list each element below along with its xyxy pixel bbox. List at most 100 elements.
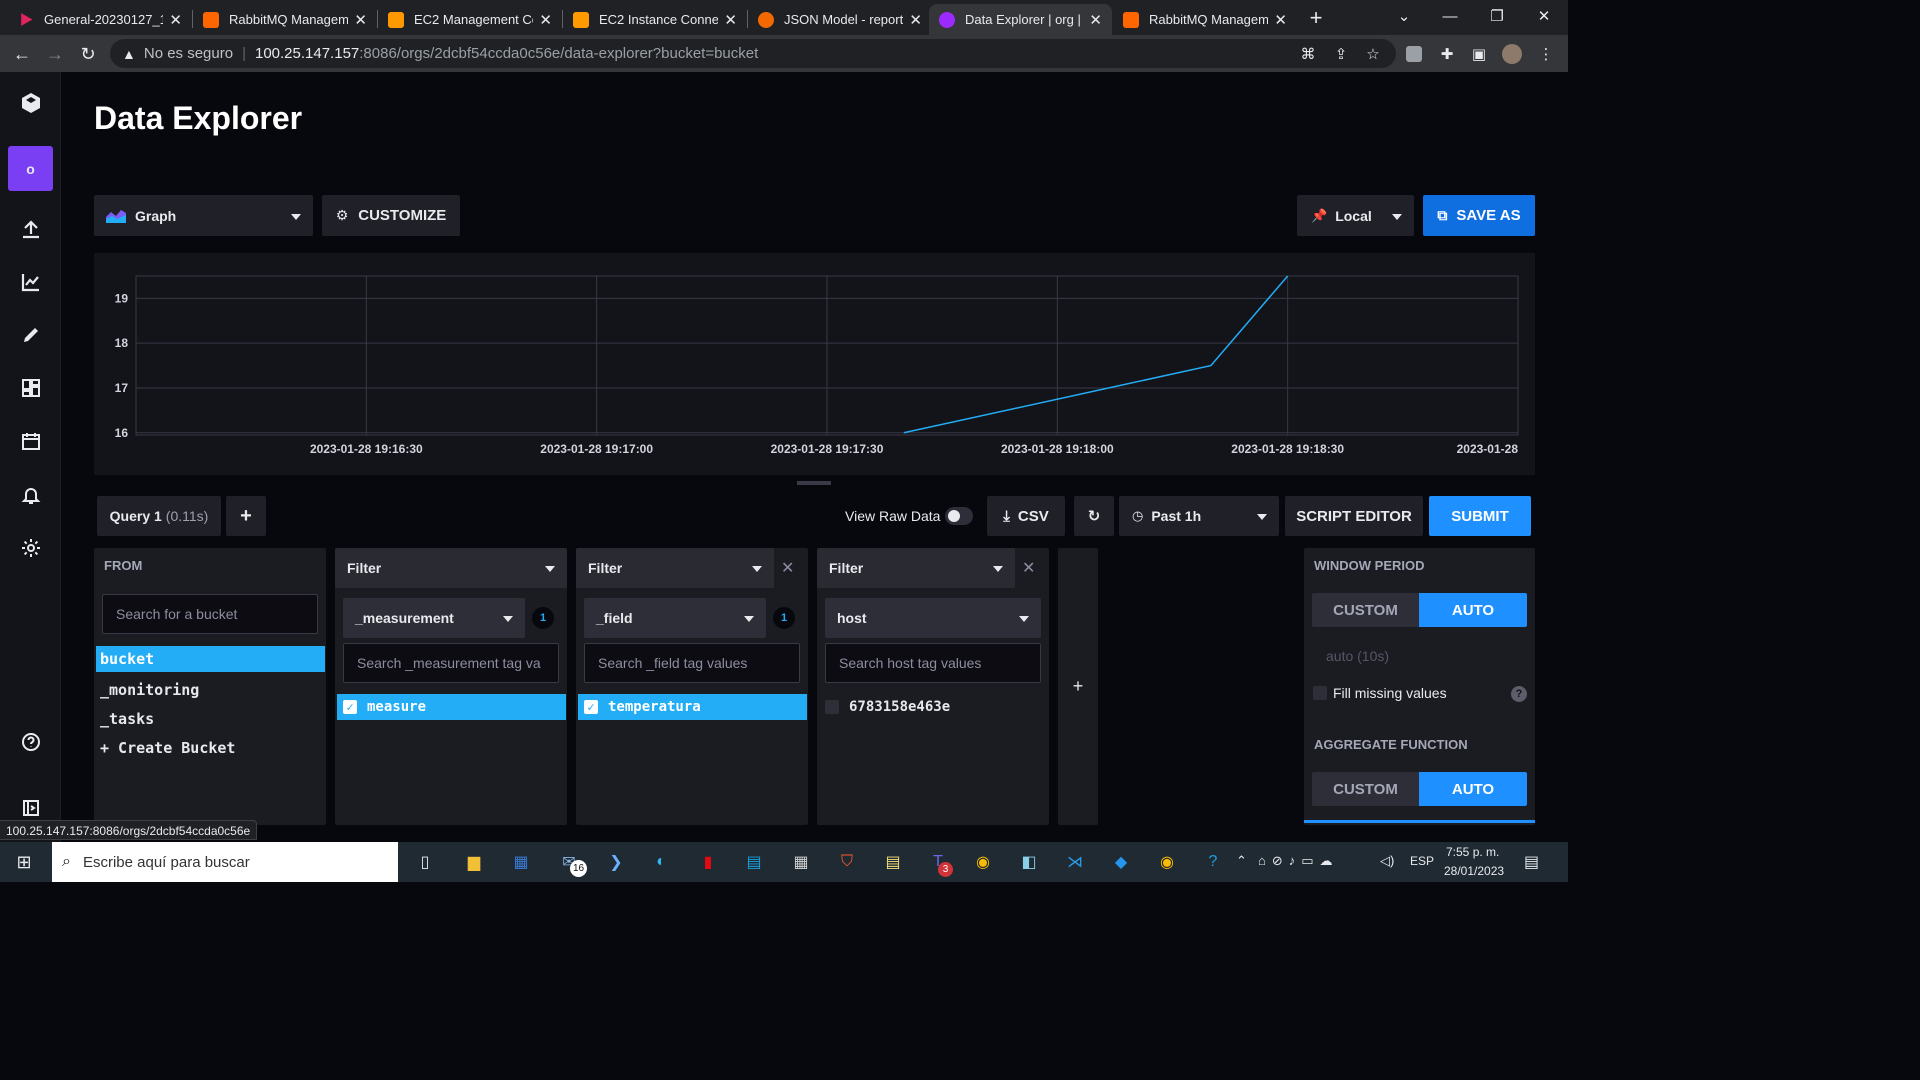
tab-close-icon[interactable]: ✕ <box>1089 11 1102 29</box>
browser-tab[interactable]: RabbitMQ Manageme ✕ <box>193 4 377 35</box>
add-query-button[interactable]: + <box>226 496 266 536</box>
security-label[interactable]: No es seguro <box>144 45 233 62</box>
window-custom-button[interactable]: CUSTOM <box>1312 593 1419 627</box>
filter-function-dropdown[interactable]: Filter <box>576 548 774 588</box>
browser-tab[interactable]: RabbitMQ Manageme ✕ <box>1113 4 1297 35</box>
view-raw-toggle[interactable] <box>945 507 973 525</box>
prime-video-icon[interactable]: ▤ <box>738 847 770 877</box>
tab-close-icon[interactable]: ✕ <box>169 11 182 29</box>
tag-search-input[interactable]: Search host tag values <box>825 643 1041 683</box>
time-range-dropdown[interactable]: ◷ Past 1h <box>1119 496 1279 536</box>
create-bucket-link[interactable]: + Create Bucket <box>100 739 235 757</box>
chrome-icon[interactable]: ◉ <box>967 847 999 877</box>
resize-handle[interactable] <box>797 481 831 485</box>
checkbox-unchecked-icon[interactable] <box>825 700 839 714</box>
tag-value-item[interactable]: 6783158e463e <box>819 694 1048 720</box>
forward-icon[interactable]: → <box>43 42 67 66</box>
chrome-icon[interactable]: ◉ <box>1151 847 1183 877</box>
help-icon[interactable]: ? <box>1511 686 1527 702</box>
checkbox-checked-icon[interactable]: ✓ <box>584 700 598 714</box>
side-panel-icon[interactable]: ▣ <box>1469 44 1489 64</box>
refresh-button[interactable]: ↻ <box>1074 496 1114 536</box>
profile-avatar[interactable] <box>1502 44 1522 64</box>
notifications-icon[interactable]: ▤ <box>1524 852 1539 872</box>
help-app-icon[interactable]: ? <box>1197 847 1229 877</box>
powershell-icon[interactable]: ❯ <box>600 847 632 877</box>
taskbar-search-box[interactable]: ⌕ Escribe aquí para buscar <box>52 842 398 882</box>
remove-filter-icon[interactable]: ✕ <box>1022 558 1035 578</box>
tray-chevron-icon[interactable]: ⌃ <box>1236 853 1247 869</box>
dashboard-icon[interactable] <box>8 365 53 410</box>
script-editor-button[interactable]: SCRIPT EDITOR <box>1285 496 1423 536</box>
tag-value-item-selected[interactable]: ✓ temperatura <box>578 694 807 720</box>
help-icon[interactable] <box>8 719 53 764</box>
browser-menu-icon[interactable]: ⋮ <box>1536 44 1556 64</box>
notepad-icon[interactable]: ▤ <box>877 847 909 877</box>
calculator-icon[interactable]: ▦ <box>785 847 817 877</box>
language-indicator[interactable]: ESP <box>1410 854 1434 868</box>
extensions-puzzle-icon[interactable]: ✚ <box>1437 44 1457 64</box>
restore-icon[interactable]: ❐ <box>1474 0 1520 32</box>
volume-icon[interactable]: ◁) <box>1380 853 1394 869</box>
extension-icon[interactable] <box>1404 44 1424 64</box>
save-as-button[interactable]: ⧉ SAVE AS <box>1423 195 1535 236</box>
bucket-search-input[interactable]: Search for a bucket <box>102 594 318 634</box>
brave-icon[interactable]: ⛉ <box>831 847 863 877</box>
close-window-icon[interactable]: ✕ <box>1521 0 1567 32</box>
back-icon[interactable]: ← <box>10 42 34 66</box>
clock-date[interactable]: 28/01/2023 <box>1444 864 1504 878</box>
browser-tab-active[interactable]: Data Explorer | org | In ✕ <box>929 4 1112 35</box>
tag-search-input[interactable]: Search _measurement tag va <box>343 643 559 683</box>
windows-start-icon[interactable]: ⊞ <box>8 847 40 877</box>
submit-button[interactable]: SUBMIT <box>1429 496 1531 536</box>
gear-icon[interactable] <box>8 525 53 570</box>
file-explorer-icon[interactable]: ▆ <box>458 847 490 877</box>
filter-function-dropdown[interactable]: Filter <box>817 548 1015 588</box>
filter-key-dropdown[interactable]: _field <box>584 598 766 638</box>
calendar-icon[interactable] <box>8 418 53 463</box>
bucket-item[interactable]: _monitoring <box>100 681 199 699</box>
warning-icon[interactable]: ▲ <box>122 46 136 62</box>
customize-button[interactable]: ⚙ CUSTOMIZE <box>322 195 460 236</box>
bucket-item-selected[interactable]: bucket <box>96 646 325 672</box>
graph-icon[interactable] <box>8 259 53 304</box>
tab-close-icon[interactable]: ✕ <box>354 11 367 29</box>
aggregate-auto-button[interactable]: AUTO <box>1419 772 1527 806</box>
store-icon[interactable]: ▦ <box>505 847 537 877</box>
clock-time[interactable]: 7:55 p. m. <box>1446 845 1499 859</box>
aggregate-custom-button[interactable]: CUSTOM <box>1312 772 1419 806</box>
tag-search-input[interactable]: Search _field tag values <box>584 643 800 683</box>
tab-search-icon[interactable]: ⌄ <box>1381 0 1427 32</box>
tab-close-icon[interactable]: ✕ <box>909 11 922 29</box>
tab-close-icon[interactable]: ✕ <box>724 11 737 29</box>
browser-tab[interactable]: EC2 Instance Connect ✕ <box>563 4 747 35</box>
reload-icon[interactable]: ↻ <box>76 42 100 66</box>
tray-icons[interactable]: ⌂⊘♪▭☁ <box>1258 853 1339 869</box>
query-tab[interactable]: Query 1 (0.11s) <box>97 496 221 536</box>
pencil-icon[interactable] <box>8 312 53 357</box>
upload-icon[interactable] <box>8 206 53 251</box>
tab-close-icon[interactable]: ✕ <box>1274 11 1287 29</box>
window-auto-button[interactable]: AUTO <box>1419 593 1527 627</box>
add-filter-button[interactable]: + <box>1058 548 1098 825</box>
checkbox-checked-icon[interactable]: ✓ <box>343 700 357 714</box>
csv-button[interactable]: ⤓ CSV <box>987 496 1065 536</box>
bucket-item[interactable]: _tasks <box>100 710 154 728</box>
netflix-icon[interactable]: ▮ <box>692 847 724 877</box>
translate-icon[interactable]: ⌘ <box>1298 44 1318 64</box>
fill-missing-checkbox[interactable] <box>1313 686 1327 700</box>
remove-filter-icon[interactable]: ✕ <box>781 558 794 578</box>
timezone-dropdown[interactable]: 📌 Local <box>1297 195 1414 236</box>
edge-icon[interactable]: ◐ <box>645 847 677 877</box>
docker-icon[interactable]: ◆ <box>1105 847 1137 877</box>
browser-tab[interactable]: EC2 Management Cor ✕ <box>378 4 562 35</box>
browser-tab[interactable]: JSON Model - reporte ✕ <box>748 4 932 35</box>
vscode-icon[interactable]: ⋊ <box>1059 847 1091 877</box>
filter-key-dropdown[interactable]: _measurement <box>343 598 525 638</box>
org-avatar[interactable]: o <box>8 146 53 191</box>
bell-icon[interactable] <box>8 472 53 517</box>
share-icon[interactable]: ⇪ <box>1331 44 1351 64</box>
vis-type-dropdown[interactable]: Graph <box>94 195 313 236</box>
filter-key-dropdown[interactable]: host <box>825 598 1041 638</box>
task-view-icon[interactable]: ▯ <box>409 847 441 877</box>
